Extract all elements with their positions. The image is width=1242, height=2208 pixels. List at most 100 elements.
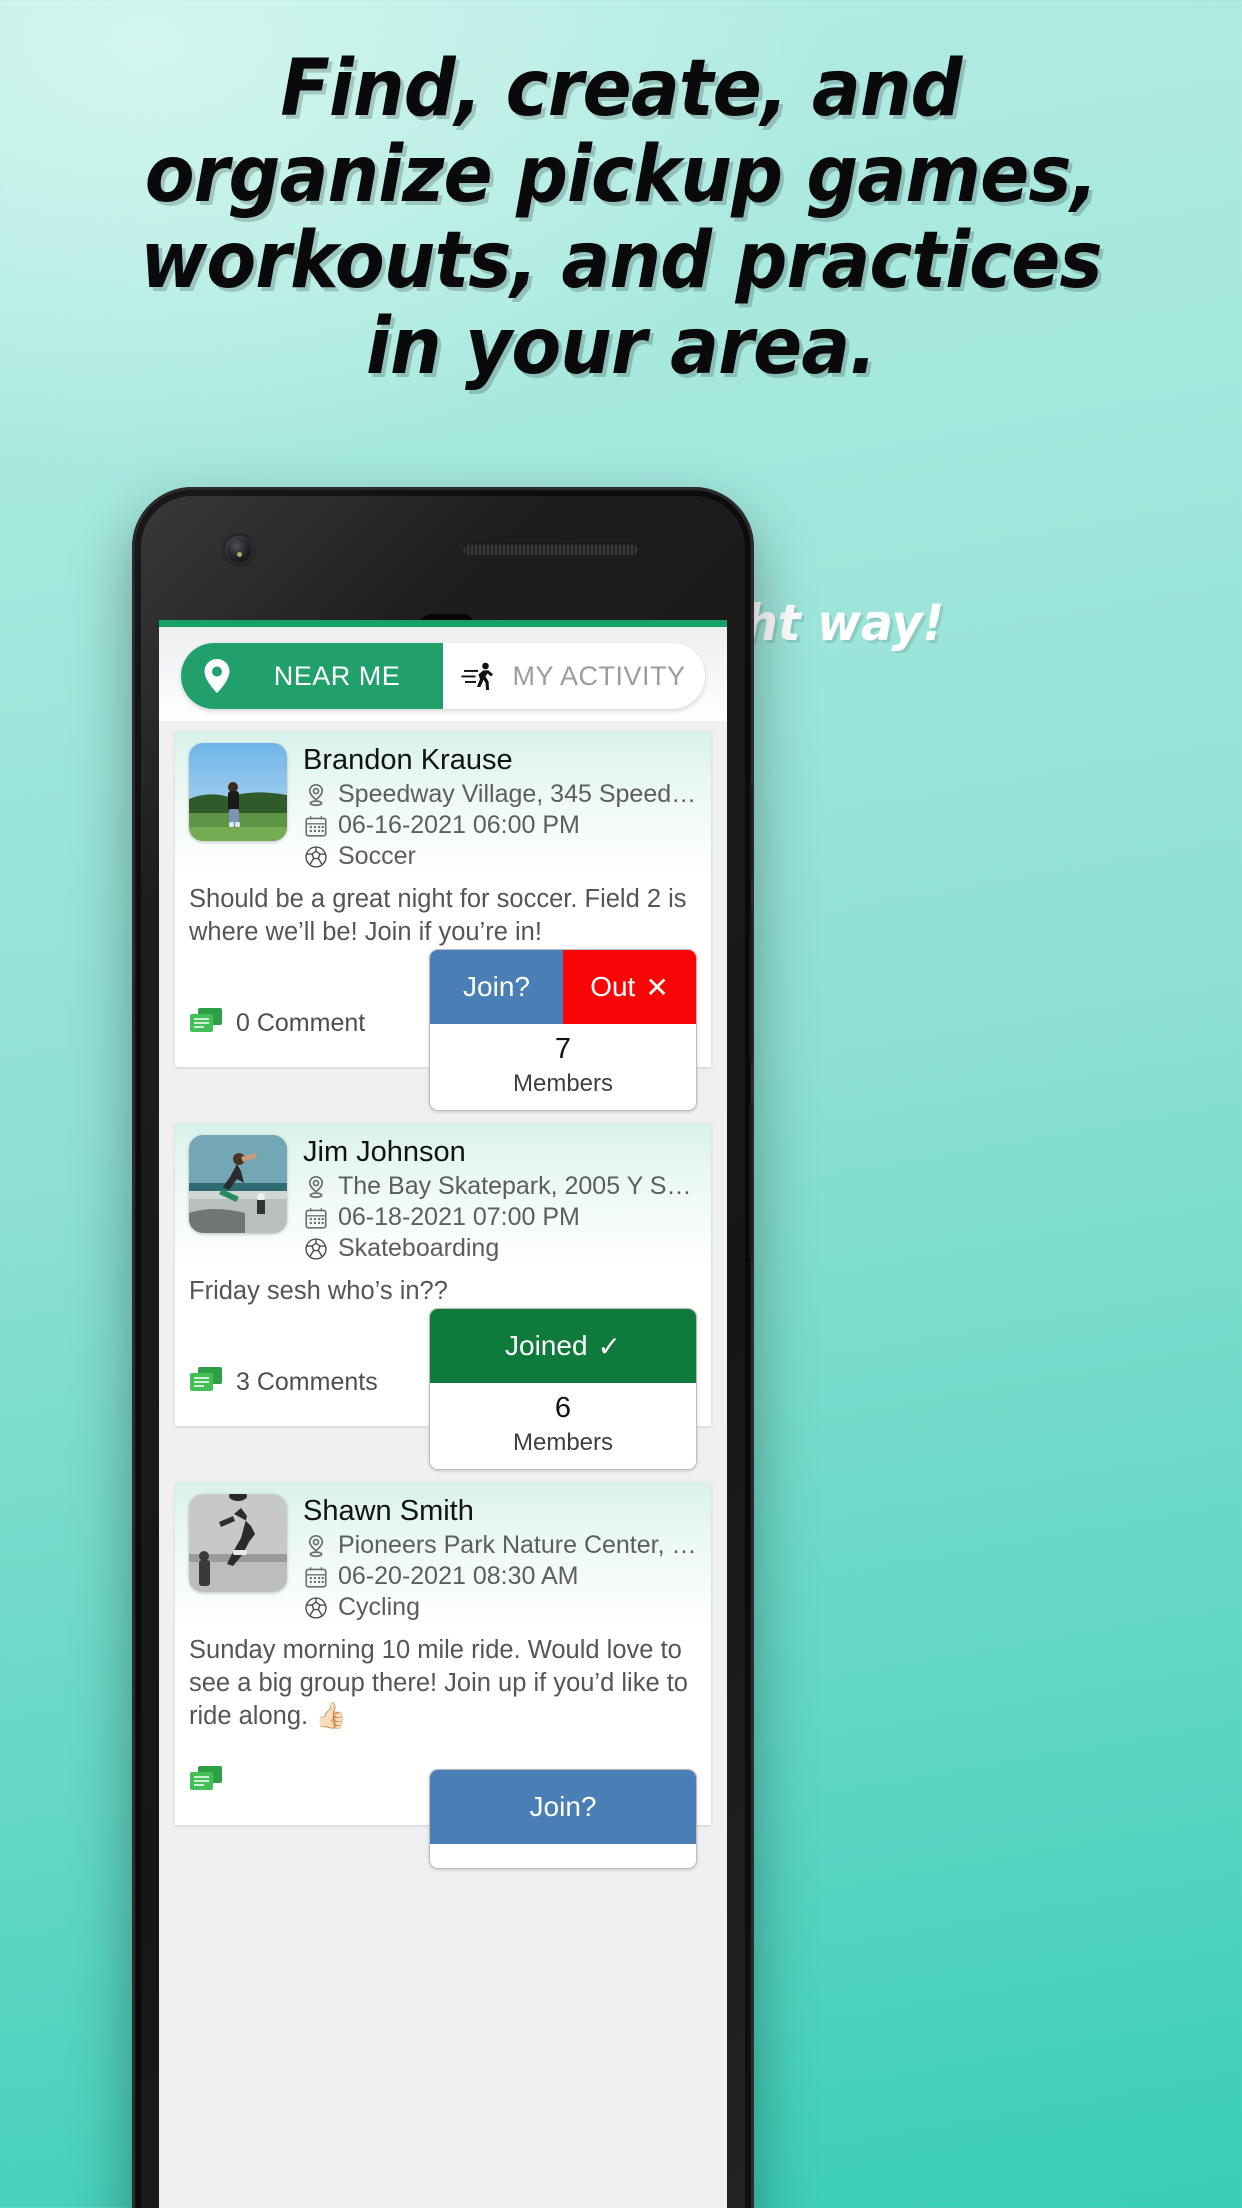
comment-bubble-icon <box>189 1764 223 1799</box>
action-button-row: Join? <box>430 1770 696 1844</box>
status-accent-bar <box>159 620 727 627</box>
tab-near-me[interactable]: NEAR ME <box>181 643 443 709</box>
comment-count: 3 Comments <box>236 1368 378 1396</box>
headline-line-3: workouts, and practices <box>140 216 1102 306</box>
tab-my-activity[interactable]: MY ACTIVITY <box>443 643 705 709</box>
join-button-label: Join? <box>529 1791 597 1822</box>
app-body: NEAR ME MY ACTIVITY Brandon Krause Speed… <box>159 627 727 2208</box>
headline-line-4: in your area. <box>366 302 877 392</box>
headline-line-1: Find, create, and <box>280 44 962 134</box>
joined-button-label: Joined <box>505 1330 588 1361</box>
location-marker-icon <box>303 1533 329 1559</box>
card-datetime: 06-16-2021 06:00 PM <box>338 811 580 839</box>
close-icon: ✕ <box>645 971 669 1003</box>
card-meta: Shawn Smith Pioneers Park Nature Center,… <box>303 1494 697 1622</box>
phone-mockup: NEAR ME MY ACTIVITY Brandon Krause Speed… <box>132 487 754 2208</box>
card-username: Brandon Krause <box>303 744 513 776</box>
card-description: Friday sesh who’s in?? <box>175 1271 711 1308</box>
tab-group: NEAR ME MY ACTIVITY <box>181 643 705 709</box>
calendar-icon <box>303 813 329 839</box>
card-meta: Brandon Krause Speedway Village, 345 Spe… <box>303 743 697 871</box>
tab-my-activity-label: MY ACTIVITY <box>512 660 686 691</box>
headline-line-2: organize pickup games, <box>144 130 1098 220</box>
card-header: Brandon Krause Speedway Village, 345 Spe… <box>175 731 711 879</box>
card-actions: Joined ✓ 6 Members <box>429 1308 697 1470</box>
joined-button[interactable]: Joined ✓ <box>430 1309 696 1383</box>
activity-card[interactable]: Jim Johnson The Bay Skatepark, 2005 Y St… <box>175 1123 711 1470</box>
card-sport: Soccer <box>338 842 416 870</box>
calendar-icon <box>303 1205 329 1231</box>
activity-card[interactable]: Brandon Krause Speedway Village, 345 Spe… <box>175 731 711 1111</box>
member-label: Members <box>512 1429 614 1456</box>
card-location-row: Pioneers Park Nature Center, 3201 South … <box>303 1531 697 1560</box>
comment-bubble-icon <box>189 1365 223 1400</box>
card-sport-row: Soccer <box>303 842 697 871</box>
member-box[interactable] <box>430 1844 696 1868</box>
out-button[interactable]: Out ✕ <box>563 950 696 1024</box>
card-header: Jim Johnson The Bay Skatepark, 2005 Y St… <box>175 1123 711 1271</box>
comments-area[interactable]: 3 Comments <box>189 1365 378 1426</box>
card-datetime: 06-20-2021 08:30 AM <box>338 1562 579 1590</box>
card-location: Pioneers Park Nature Center, 3201 South … <box>338 1531 697 1559</box>
member-count: 7 <box>554 1033 572 1065</box>
action-button-row: Join? Out ✕ <box>430 950 696 1024</box>
member-label: Members <box>512 1070 614 1097</box>
action-button-row: Joined ✓ <box>430 1309 696 1383</box>
activity-thumbnail[interactable] <box>189 1494 287 1592</box>
card-header: Shawn Smith Pioneers Park Nature Center,… <box>175 1482 711 1630</box>
card-footer: 0 Comment Join? Out ✕ 7 Members <box>175 949 711 1111</box>
card-sport: Skateboarding <box>338 1234 500 1262</box>
member-box[interactable]: 7 Members <box>430 1024 696 1110</box>
card-datetime-row: 06-20-2021 08:30 AM <box>303 1562 697 1591</box>
calendar-icon <box>303 1564 329 1590</box>
join-button[interactable]: Join? <box>430 1770 696 1844</box>
card-location: The Bay Skatepark, 2005 Y St, Lincoln, N… <box>338 1172 697 1200</box>
card-username: Jim Johnson <box>303 1136 466 1168</box>
comment-bubble-icon <box>189 1006 223 1041</box>
soccer-ball-icon <box>303 1236 329 1262</box>
card-meta: Jim Johnson The Bay Skatepark, 2005 Y St… <box>303 1135 697 1263</box>
card-footer: 3 Comments Joined ✓ 6 Members <box>175 1308 711 1470</box>
earpiece-speaker-icon <box>463 543 639 555</box>
activity-thumbnail[interactable] <box>189 743 287 841</box>
card-description: Should be a great night for soccer. Fiel… <box>175 879 711 949</box>
card-datetime-row: 06-18-2021 07:00 PM <box>303 1203 697 1232</box>
card-sport-row: Skateboarding <box>303 1234 697 1263</box>
tab-bar: NEAR ME MY ACTIVITY <box>159 627 727 721</box>
member-box[interactable]: 6 Members <box>430 1383 696 1469</box>
card-sport: Cycling <box>338 1593 420 1621</box>
card-wrap-3: Shawn Smith Pioneers Park Nature Center,… <box>159 1472 727 1869</box>
card-username: Shawn Smith <box>303 1495 474 1527</box>
join-button[interactable]: Join? <box>430 950 563 1024</box>
card-wrap-2: Jim Johnson The Bay Skatepark, 2005 Y St… <box>159 1113 727 1470</box>
comments-area[interactable] <box>189 1764 236 1825</box>
running-person-icon <box>459 661 499 691</box>
card-description: Sunday morning 10 mile ride. Would love … <box>175 1630 711 1733</box>
location-marker-icon <box>303 782 329 808</box>
activity-thumbnail[interactable] <box>189 1135 287 1233</box>
member-count: 6 <box>554 1392 572 1424</box>
phone-volume-up-button[interactable] <box>749 783 754 879</box>
tab-near-me-label: NEAR ME <box>273 660 401 691</box>
phone-power-button[interactable] <box>749 1103 754 1261</box>
join-button-label: Join? <box>463 971 530 1002</box>
check-icon: ✓ <box>597 1330 621 1362</box>
comments-area[interactable]: 0 Comment <box>189 1006 365 1067</box>
card-location-row: The Bay Skatepark, 2005 Y St, Lincoln, N… <box>303 1172 697 1201</box>
card-actions: Join? Out ✕ 7 Members <box>429 949 697 1111</box>
card-location: Speedway Village, 345 Speedway Cir, Linc… <box>338 780 697 808</box>
location-pin-icon <box>197 659 237 693</box>
card-footer: Join? <box>175 1733 711 1869</box>
card-location-row: Speedway Village, 345 Speedway Cir, Linc… <box>303 780 697 809</box>
card-wrap-1: Brandon Krause Speedway Village, 345 Spe… <box>159 721 727 1111</box>
comment-count: 0 Comment <box>236 1009 366 1037</box>
card-datetime: 06-18-2021 07:00 PM <box>338 1203 580 1231</box>
location-marker-icon <box>303 1174 329 1200</box>
phone-screen: NEAR ME MY ACTIVITY Brandon Krause Speed… <box>159 620 727 2208</box>
phone-volume-down-button[interactable] <box>749 907 754 1065</box>
card-datetime-row: 06-16-2021 06:00 PM <box>303 811 697 840</box>
soccer-ball-icon <box>303 844 329 870</box>
activity-card[interactable]: Shawn Smith Pioneers Park Nature Center,… <box>175 1482 711 1869</box>
out-button-label: Out <box>590 971 636 1002</box>
card-sport-row: Cycling <box>303 1593 697 1622</box>
